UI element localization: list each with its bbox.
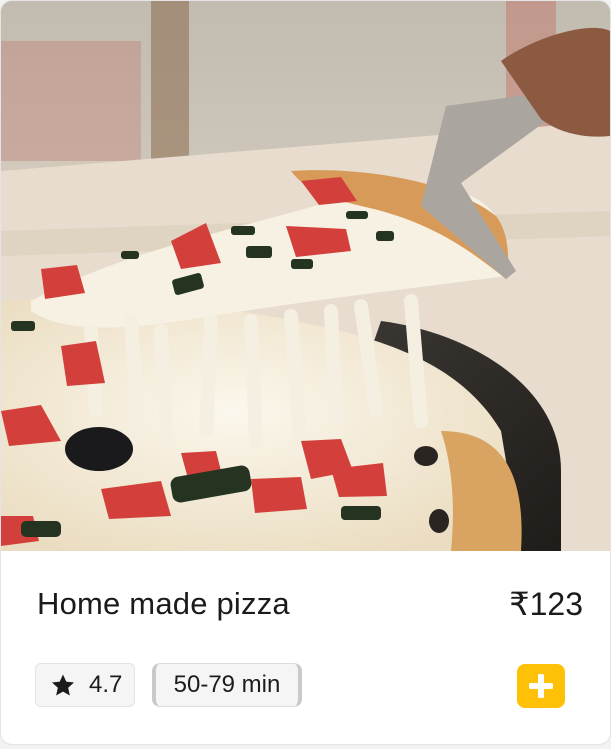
rating-badge: 4.7 — [35, 663, 135, 707]
plus-icon — [526, 671, 556, 701]
rating-value: 4.7 — [89, 671, 123, 698]
product-price: ₹123 — [509, 586, 583, 622]
pizza-photo — [1, 1, 610, 551]
product-card[interactable]: Home made pizza ₹123 4.7 50-79 min — [0, 0, 611, 745]
add-to-cart-button[interactable] — [517, 664, 565, 708]
delivery-time-badge: 50-79 min — [152, 663, 302, 707]
star-icon — [49, 672, 77, 699]
product-title: Home made pizza — [37, 586, 290, 621]
